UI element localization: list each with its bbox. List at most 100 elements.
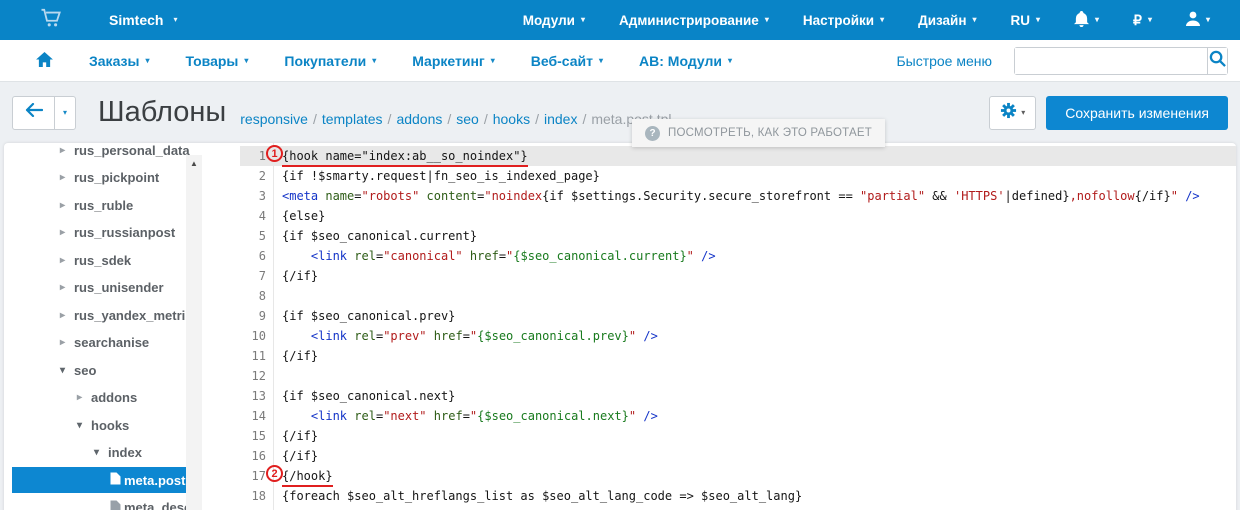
- tree-item-label: meta.post.tpl: [124, 472, 190, 488]
- line-number: 17: [251, 469, 266, 483]
- code-line-2[interactable]: 2 {if !$smarty.request|fn_seo_is_indexed_…: [240, 166, 1236, 186]
- code-text: {/hook}: [282, 466, 333, 487]
- save-changes-button[interactable]: Сохранить изменения: [1046, 95, 1228, 130]
- code-line-8[interactable]: 8: [240, 286, 1236, 306]
- code-line-7[interactable]: 7 {/if}: [240, 266, 1236, 286]
- gear-button[interactable]: ▾: [989, 95, 1037, 130]
- topbar-menu-design[interactable]: Дизайн ▾: [918, 13, 976, 28]
- tree-item-searchanise[interactable]: ▸ searchanise: [4, 330, 190, 356]
- chevron-down-icon: ▾: [599, 55, 604, 65]
- nav-orders[interactable]: Заказы ▾: [89, 53, 149, 69]
- caret-down-icon: ▾: [77, 419, 83, 431]
- topbar-menu-settings[interactable]: Настройки ▾: [803, 13, 884, 28]
- search-icon: [1209, 50, 1226, 72]
- tree-item-label: rus_pickpoint: [74, 170, 160, 185]
- code-text: {if $seo_canonical.prev}: [282, 309, 456, 323]
- menu-label: Модули: [522, 12, 575, 28]
- annotation-marker-1: 1: [266, 145, 283, 162]
- file-icon: [110, 472, 124, 488]
- search-button[interactable]: [1207, 47, 1227, 74]
- code-line-17[interactable]: 17 {/hook} 2: [240, 465, 1236, 487]
- language-selector[interactable]: RU ▾: [1011, 13, 1041, 28]
- file-icon: [110, 500, 124, 510]
- main-nav-items: Заказы ▾ Товары ▾ Покупатели ▾ Маркетинг ▾ В…: [0, 51, 732, 70]
- breadcrumb-link-addons[interactable]: addons: [396, 111, 442, 127]
- code-line-10[interactable]: 10 <link rel="prev" href="{$seo_canonica…: [240, 326, 1236, 346]
- code-text: <link rel="canonical" href="{$seo_canoni…: [310, 249, 716, 263]
- caret-right-icon: ▸: [60, 227, 66, 238]
- code-line-6[interactable]: 6 <link rel="canonical" href="{$seo_cano…: [240, 246, 1236, 266]
- code-line-18[interactable]: 18 {foreach $seo_alt_hreflangs_list as $s…: [240, 486, 1236, 506]
- how-it-works-tooltip: ? ПОСМОТРЕТЬ, КАК ЭТО РАБОТАЕТ: [632, 119, 885, 147]
- nav-home[interactable]: [36, 51, 53, 70]
- tree-item-hooks[interactable]: ▾ hooks: [4, 412, 190, 438]
- breadcrumb: responsive / templates / addons / seo / hooks / in…: [240, 111, 671, 127]
- tree-item-rus-russianpost[interactable]: ▸ rus_russianpost: [4, 220, 190, 246]
- code-line-3[interactable]: 3 <meta name="robots" content="noindex{if…: [240, 186, 1236, 206]
- tree-item-addons[interactable]: ▸ addons: [4, 385, 190, 411]
- tree-item-meta-desc[interactable]: meta_desc: [4, 495, 190, 510]
- search-input[interactable]: [1015, 47, 1207, 74]
- code-line-5[interactable]: 5 {if $seo_canonical.current}: [240, 226, 1236, 246]
- chevron-down-icon: ▾: [62, 107, 67, 117]
- code-line-16[interactable]: 16 {/if}: [240, 446, 1236, 466]
- caret-right-icon: ▸: [60, 282, 66, 293]
- tree-item-rus-ruble[interactable]: ▸ rus_ruble: [4, 192, 190, 218]
- chevron-down-icon: ▾: [244, 55, 249, 65]
- topbar-menu-modules[interactable]: Модули ▾: [523, 13, 585, 28]
- caret-right-icon: ▸: [60, 144, 66, 156]
- tree-item-seo[interactable]: ▾ seo: [4, 357, 190, 383]
- code-line-9[interactable]: 9 {if $seo_canonical.prev}: [240, 306, 1236, 326]
- line-number: 3: [258, 189, 266, 203]
- tree-item-rus-yandex-metrika[interactable]: ▸ rus_yandex_metrika: [4, 302, 190, 328]
- nav-website[interactable]: Веб-сайт ▾: [531, 53, 603, 69]
- code-text: <link rel="prev" href="{$seo_canonical.p…: [310, 329, 658, 343]
- code-line-11[interactable]: 11 {/if}: [240, 346, 1236, 366]
- nav-ab-modules[interactable]: АВ: Модули ▾: [639, 53, 732, 69]
- user-account-menu[interactable]: ▾: [1185, 11, 1210, 29]
- breadcrumb-link-hooks[interactable]: hooks: [493, 111, 530, 127]
- chevron-down-icon: ▾: [764, 15, 769, 24]
- tree-item-label: meta_desc: [124, 500, 190, 510]
- breadcrumb-link-index[interactable]: index: [544, 111, 577, 127]
- line-number: 5: [258, 229, 266, 243]
- back-button[interactable]: [13, 97, 54, 129]
- tree-item-rus-sdek[interactable]: ▸ rus_sdek: [4, 247, 190, 273]
- code-line-4[interactable]: 4 {else}: [240, 206, 1236, 226]
- code-line-12[interactable]: 12: [240, 366, 1236, 386]
- arrow-left-icon: [25, 102, 43, 122]
- store-brand-menu[interactable]: Simtech ▾: [0, 8, 177, 33]
- code-text: {/if}: [282, 269, 319, 283]
- code-text: {if $seo_canonical.current}: [282, 229, 478, 243]
- code-line-15[interactable]: 15 {/if}: [240, 426, 1236, 446]
- tree-item-rus-personal-data[interactable]: ▸ rus_personal_data: [4, 143, 190, 163]
- breadcrumb-link-templates[interactable]: templates: [322, 111, 383, 127]
- nav-customers[interactable]: Покупатели ▾: [284, 53, 376, 69]
- breadcrumb-link-responsive[interactable]: responsive: [240, 111, 308, 127]
- code-line-13[interactable]: 13 {if $seo_canonical.next}: [240, 386, 1236, 406]
- nav-products[interactable]: Товары ▾: [185, 53, 248, 69]
- tree-item-rus-pickpoint[interactable]: ▸ rus_pickpoint: [4, 165, 190, 191]
- line-number: 1: [258, 149, 266, 163]
- tree-item-label: rus_sdek: [74, 252, 132, 268]
- notifications-menu[interactable]: ▾: [1074, 10, 1100, 30]
- code-editor[interactable]: 1 {hook name="index:ab__so_noindex"} 1 2 {if…: [240, 143, 1236, 510]
- code-line-1[interactable]: 1 {hook name="index:ab__so_noindex"} 1: [240, 145, 1236, 167]
- quick-menu-link[interactable]: Быстрое меню: [896, 53, 992, 69]
- user-icon: [1185, 11, 1200, 29]
- line-number: 14: [251, 409, 266, 423]
- chevron-down-icon: ▾: [1095, 15, 1100, 24]
- code-line-14[interactable]: 14 <link rel="next" href="{$seo_canonica…: [240, 406, 1236, 426]
- brand-name: Simtech: [109, 12, 164, 28]
- nav-marketing[interactable]: Маркетинг ▾: [412, 53, 495, 69]
- tree-scrollbar[interactable]: ▲: [186, 155, 202, 510]
- tree-item-index[interactable]: ▾ index: [4, 440, 190, 466]
- breadcrumb-link-seo[interactable]: seo: [456, 111, 479, 127]
- caret-right-icon: ▸: [77, 392, 83, 403]
- currency-selector[interactable]: ₽ ▾: [1133, 12, 1152, 29]
- tree-item-meta-post-tpl[interactable]: meta.post.tpl: [4, 467, 190, 493]
- back-dropdown-button[interactable]: ▾: [54, 96, 75, 129]
- tree-item-rus-unisender[interactable]: ▸ rus_unisender: [4, 275, 190, 301]
- topbar-menu-administration[interactable]: Администрирование ▾: [619, 13, 769, 28]
- line-number: 10: [251, 329, 266, 343]
